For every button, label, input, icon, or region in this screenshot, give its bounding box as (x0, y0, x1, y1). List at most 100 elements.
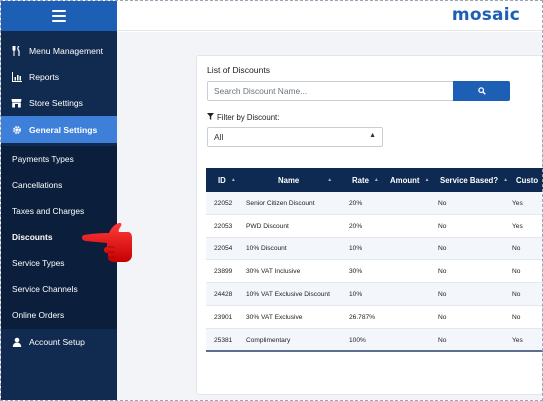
cell-name: 10% VAT Exclusive Discount (246, 291, 330, 299)
hamburger-menu-icon[interactable] (52, 10, 66, 22)
cell-custom: Yes (512, 199, 523, 207)
red-pointing-hand-icon (82, 219, 134, 265)
sidebar-subitem-label: Service Channels (12, 284, 78, 294)
filter-funnel-icon (207, 113, 214, 122)
sort-icon: ▲ (327, 177, 333, 183)
cell-service-based: No (438, 268, 447, 276)
sort-icon: ▲ (230, 177, 236, 183)
page-title: List of Discounts (207, 65, 271, 75)
cell-name: Senior Citizen Discount (246, 199, 315, 207)
sidebar-item-label: Store Settings (29, 98, 83, 108)
cell-name: Complimentary (246, 336, 291, 344)
column-header-label: Custo (516, 175, 539, 185)
column-header-label: Name (278, 175, 300, 185)
user-icon (11, 337, 22, 347)
sidebar: Menu Management Reports Store Settings G… (1, 1, 117, 400)
bar-chart-icon (11, 72, 22, 82)
utensils-icon (11, 46, 22, 56)
column-header-id[interactable]: ID ▲ (218, 168, 236, 192)
sidebar-subitem-payments-types[interactable]: Payments Types (1, 146, 117, 172)
sidebar-subitem-label: Service Types (12, 258, 65, 268)
cell-rate: 10% (349, 245, 363, 253)
cell-custom: No (512, 245, 521, 253)
cell-rate: 20% (349, 222, 363, 230)
sidebar-subitem-service-channels[interactable]: Service Channels (1, 276, 117, 302)
sidebar-item-store-settings[interactable]: Store Settings (1, 90, 117, 116)
cell-custom: Yes (512, 336, 523, 344)
sidebar-item-account-setup[interactable]: Account Setup (1, 329, 117, 355)
table-row[interactable]: 23899 30% VAT Inclusive 30% No No (206, 260, 543, 284)
cell-rate: 26.787% (349, 313, 376, 321)
search-button[interactable] (453, 81, 510, 101)
cell-rate: 100% (349, 336, 366, 344)
table-row[interactable]: 22053 PWD Discount 20% No Yes (206, 215, 543, 238)
filter-label: Filter by Discount: (217, 113, 280, 122)
cell-id: 24428 (214, 291, 233, 299)
cell-id: 25381 (214, 336, 233, 344)
brand-logo: mosaic (451, 5, 520, 25)
sidebar-item-label: Menu Management (29, 46, 104, 56)
column-header-label: Amount (390, 175, 420, 185)
column-header-label: Service Based? (440, 175, 499, 185)
cell-name: PWD Discount (246, 222, 289, 230)
select-arrows-icon: ▲ (369, 132, 376, 139)
table-row[interactable]: 23901 30% VAT Exclusive 26.787% No No (206, 306, 543, 329)
table-bottom-border (206, 350, 543, 352)
sidebar-subitem-label: Online Orders (12, 310, 65, 320)
column-header-service-based[interactable]: Service Based? ▲ (440, 168, 508, 192)
table-row[interactable]: 22052 Senior Citizen Discount 20% No Yes (206, 192, 543, 215)
filter-label-row: Filter by Discount: (207, 113, 279, 122)
cell-service-based: No (438, 245, 447, 253)
sidebar-subitem-label: Payments Types (12, 154, 74, 164)
discounts-table: ID ▲ Name ▲ Rate ▲ Amount ▲ Service Based? ▲ … (206, 168, 543, 352)
cell-service-based: No (438, 222, 447, 230)
search-icon (477, 82, 486, 100)
cell-service-based: No (438, 336, 447, 344)
sidebar-header (1, 1, 117, 31)
column-header-rate[interactable]: Rate ▲ (352, 168, 379, 192)
column-header-amount[interactable]: Amount ▲ (390, 168, 429, 192)
sidebar-subitem-online-orders[interactable]: Online Orders (1, 302, 117, 328)
cell-custom: Yes (512, 222, 523, 230)
top-header: mosaic (117, 1, 542, 31)
column-header-name[interactable]: Name ▲ (278, 168, 332, 192)
cell-name: 10% Discount (246, 245, 287, 253)
select-value: All (214, 132, 224, 142)
column-header-label: Rate (352, 175, 369, 185)
cell-custom: No (512, 313, 521, 321)
cell-service-based: No (438, 199, 447, 207)
sidebar-subitem-label: Discounts (12, 232, 53, 242)
discount-filter-select[interactable]: All ▲ (207, 127, 383, 147)
cell-id: 22053 (214, 222, 233, 230)
sidebar-item-label: General Settings (29, 124, 98, 135)
sidebar-subitem-label: Cancellations (12, 180, 63, 190)
cell-id: 23901 (214, 313, 233, 321)
sort-icon: ▲ (424, 177, 430, 183)
store-icon (11, 98, 22, 108)
table-header: ID ▲ Name ▲ Rate ▲ Amount ▲ Service Based? ▲ … (206, 168, 543, 192)
sidebar-item-label: Account Setup (29, 337, 85, 347)
cell-custom: No (512, 268, 521, 276)
sidebar-item-reports[interactable]: Reports (1, 64, 117, 90)
cell-id: 22054 (214, 245, 233, 253)
cell-custom: No (512, 291, 521, 299)
gear-icon (11, 125, 22, 135)
sidebar-subitem-label: Taxes and Charges (12, 206, 85, 216)
table-row[interactable]: 24428 10% VAT Exclusive Discount 10% No … (206, 283, 543, 306)
sidebar-item-general-settings[interactable]: General Settings (1, 116, 117, 143)
column-header-custom[interactable]: Custo (516, 168, 538, 192)
table-row[interactable]: 25381 Complimentary 100% No Yes (206, 328, 543, 352)
cell-id: 23899 (214, 268, 233, 276)
sort-icon: ▲ (503, 177, 509, 183)
sidebar-item-menu-management[interactable]: Menu Management (1, 38, 117, 64)
cell-id: 22052 (214, 199, 233, 207)
column-header-label: ID (218, 175, 226, 185)
search-input[interactable] (207, 81, 454, 101)
table-row[interactable]: 22054 10% Discount 10% No No (206, 237, 543, 261)
sort-icon: ▲ (373, 177, 379, 183)
sidebar-item-label: Reports (29, 72, 60, 82)
sidebar-subitem-cancellations[interactable]: Cancellations (1, 172, 117, 198)
cell-rate: 10% (349, 291, 363, 299)
sidebar-bottom: Account Setup (1, 329, 117, 400)
cell-service-based: No (438, 291, 447, 299)
